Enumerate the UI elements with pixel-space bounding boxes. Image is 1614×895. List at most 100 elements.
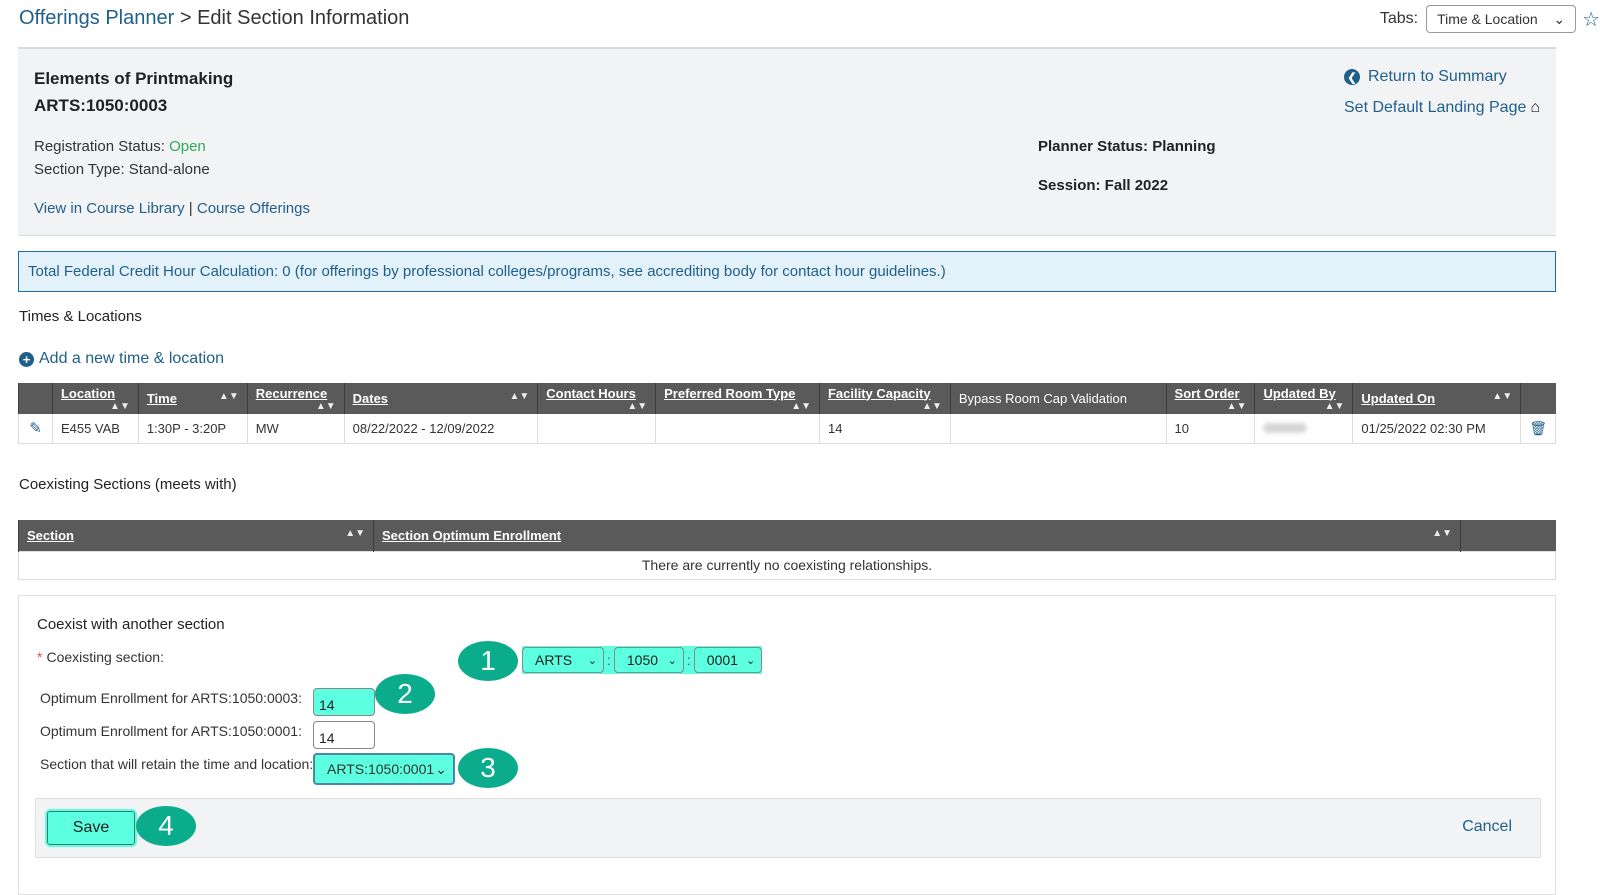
- pencil-icon[interactable]: ✎: [29, 420, 42, 437]
- coexisting-section-selects: ARTS ⌄ : 1050 ⌄ : 0001 ⌄: [522, 646, 762, 674]
- retain-section-select[interactable]: ARTS:1050:0001 ⌄: [313, 753, 455, 785]
- sort-icon: ▲▼: [1226, 400, 1247, 412]
- form-footer: Save 4 Cancel: [35, 798, 1541, 858]
- annotation-badge-3: 3: [458, 748, 518, 788]
- column-header-preferred-room-type[interactable]: Preferred Room Type ▲▼: [655, 383, 820, 414]
- opt-enroll-other-label: Optimum Enrollment for ARTS:1050:0001:: [40, 723, 302, 739]
- chevron-down-icon: ⌄: [667, 654, 677, 667]
- table-row: ✎ E455 VAB 1:30P - 3:20P MW 08/22/2022 -…: [18, 414, 1556, 444]
- sort-icon: ▲▼: [315, 400, 336, 412]
- sort-icon: ▲▼: [110, 400, 130, 412]
- opt-enroll-current-input[interactable]: 14: [313, 688, 375, 716]
- sort-icon: ▲▼: [345, 527, 365, 539]
- breadcrumb-offerings-planner-link[interactable]: Offerings Planner: [19, 7, 174, 29]
- view-course-library-link[interactable]: View in Course Library: [34, 200, 185, 217]
- breadcrumb: Offerings Planner > Edit Section Informa…: [19, 7, 409, 30]
- course-number-select[interactable]: 1050 ⌄: [613, 647, 684, 673]
- cell-updated-by: [1254, 414, 1353, 444]
- course-links: View in Course Library | Course Offering…: [34, 200, 310, 217]
- times-locations-table: Location ▲▼ Time ▲▼ Recurrence ▲▼ Dates ▲▼ C…: [18, 383, 1556, 444]
- trash-icon[interactable]: 🗑: [1529, 420, 1547, 436]
- cell-updated-on: 01/25/2022 02:30 PM: [1352, 414, 1521, 444]
- cell-bypass-room-cap: [949, 414, 1167, 444]
- add-time-location-link[interactable]: + Add a new time & location: [19, 350, 224, 368]
- colon-separator: :: [607, 652, 611, 668]
- tabs-area: Tabs: Time & Location ⌄ ☆: [1380, 5, 1600, 33]
- sort-icon: ▲▼: [1432, 527, 1452, 539]
- sort-icon: ▲▼: [1492, 391, 1513, 402]
- times-locations-heading: Times & Locations: [19, 308, 142, 325]
- set-default-landing-page-link[interactable]: Set Default Landing Page ⌂: [1344, 99, 1540, 117]
- course-code: ARTS:1050:0003: [34, 96, 168, 115]
- edit-cell: ✎: [18, 414, 53, 444]
- course-offerings-link[interactable]: Course Offerings: [197, 200, 310, 217]
- cell-contact-hours: [537, 414, 656, 444]
- cancel-link[interactable]: Cancel: [1462, 818, 1512, 836]
- save-button[interactable]: Save: [45, 809, 137, 847]
- column-header-section-optimum-enrollment[interactable]: Section Optimum Enrollment ▲▼: [373, 520, 1461, 551]
- chevron-down-icon: ⌄: [1553, 10, 1566, 27]
- coexist-form-title: Coexist with another section: [37, 616, 225, 633]
- column-header-location[interactable]: Location ▲▼: [51, 383, 139, 414]
- column-header-contact-hours[interactable]: Contact Hours ▲▼: [537, 383, 656, 414]
- tabs-label: Tabs:: [1379, 10, 1419, 27]
- column-header-dates[interactable]: Dates ▲▼: [343, 383, 538, 414]
- planner-status: Planner Status: Planning: [1038, 138, 1216, 155]
- coexisting-sections-heading: Coexisting Sections (meets with): [19, 476, 237, 493]
- coexist-form-panel: Coexist with another section * Coexisting…: [18, 595, 1556, 895]
- annotation-badge-1: 1: [458, 641, 518, 681]
- cell-facility-capacity: 14: [818, 414, 951, 444]
- sort-icon: ▲▼: [627, 400, 648, 412]
- column-header-section[interactable]: Section ▲▼: [18, 520, 374, 551]
- coexisting-sections-table: Section ▲▼ Section Optimum Enrollment ▲▼ T…: [18, 520, 1556, 580]
- required-asterisk: *: [37, 649, 43, 665]
- cell-location: E455 VAB: [51, 414, 139, 444]
- sort-icon: ▲▼: [922, 400, 942, 412]
- link-separator: |: [184, 200, 197, 217]
- cell-sort-order: 10: [1165, 414, 1255, 444]
- edit-column-header: [18, 383, 53, 414]
- chevron-down-icon: ⌄: [435, 760, 447, 777]
- subject-select[interactable]: ARTS ⌄: [522, 647, 604, 673]
- colon-separator: :: [686, 652, 691, 668]
- column-header-recurrence[interactable]: Recurrence ▲▼: [246, 383, 345, 414]
- coexisting-section-label: * Coexisting section:: [37, 649, 164, 665]
- redacted-name: [1263, 422, 1308, 433]
- table-header-row: Section ▲▼ Section Optimum Enrollment ▲▼: [18, 520, 1556, 551]
- cell-dates: 08/22/2022 - 12/09/2022: [343, 414, 538, 444]
- empty-row: There are currently no coexisting relati…: [18, 550, 1556, 580]
- registration-status-label: Registration Status:: [34, 138, 170, 155]
- column-header-bypass-room-cap: Bypass Room Cap Validation: [949, 383, 1167, 414]
- top-bar: Offerings Planner > Edit Section Informa…: [19, 0, 1614, 40]
- return-to-summary-label: Return to Summary: [1368, 68, 1507, 85]
- chevron-down-icon: ⌄: [587, 654, 597, 667]
- registration-status: Registration Status: Open: [34, 138, 206, 155]
- delete-column-header: [1520, 383, 1556, 414]
- column-header-updated-on[interactable]: Updated On ▲▼: [1352, 383, 1521, 414]
- breadcrumb-separator: >: [174, 7, 198, 29]
- column-header-facility-capacity[interactable]: Facility Capacity ▲▼: [818, 383, 951, 414]
- chevron-left-circle-icon: ❮: [1344, 69, 1360, 85]
- column-header-updated-by[interactable]: Updated By ▲▼: [1254, 383, 1353, 414]
- credit-hour-alert: Total Federal Credit Hour Calculation: 0…: [18, 251, 1556, 292]
- section-number-select[interactable]: 0001 ⌄: [693, 647, 762, 673]
- sort-icon: ▲▼: [218, 391, 239, 402]
- registration-status-value: Open: [169, 138, 206, 155]
- breadcrumb-current: Edit Section Information: [197, 7, 410, 29]
- home-icon: ⌂: [1530, 99, 1541, 116]
- opt-enroll-other-input[interactable]: 14: [313, 721, 375, 749]
- column-header-sort-order[interactable]: Sort Order ▲▼: [1165, 383, 1255, 414]
- return-to-summary-link[interactable]: ❮ Return to Summary: [1344, 68, 1507, 86]
- cell-recurrence: MW: [246, 414, 345, 444]
- plus-circle-icon: +: [19, 351, 34, 367]
- actions-column-header: [1460, 520, 1556, 551]
- cell-time: 1:30P - 3:20P: [137, 414, 248, 444]
- tabs-select[interactable]: Time & Location ⌄: [1426, 5, 1577, 33]
- column-header-time[interactable]: Time ▲▼: [137, 383, 248, 414]
- delete-cell: 🗑: [1520, 414, 1556, 444]
- opt-enroll-current-label: Optimum Enrollment for ARTS:1050:0003:: [40, 690, 302, 706]
- session: Session: Fall 2022: [1038, 177, 1169, 194]
- annotation-badge-2: 2: [375, 674, 435, 714]
- favorite-star-icon[interactable]: ☆: [1582, 7, 1600, 32]
- section-header-panel: Elements of Printmaking ARTS:1050:0003 R…: [18, 47, 1556, 236]
